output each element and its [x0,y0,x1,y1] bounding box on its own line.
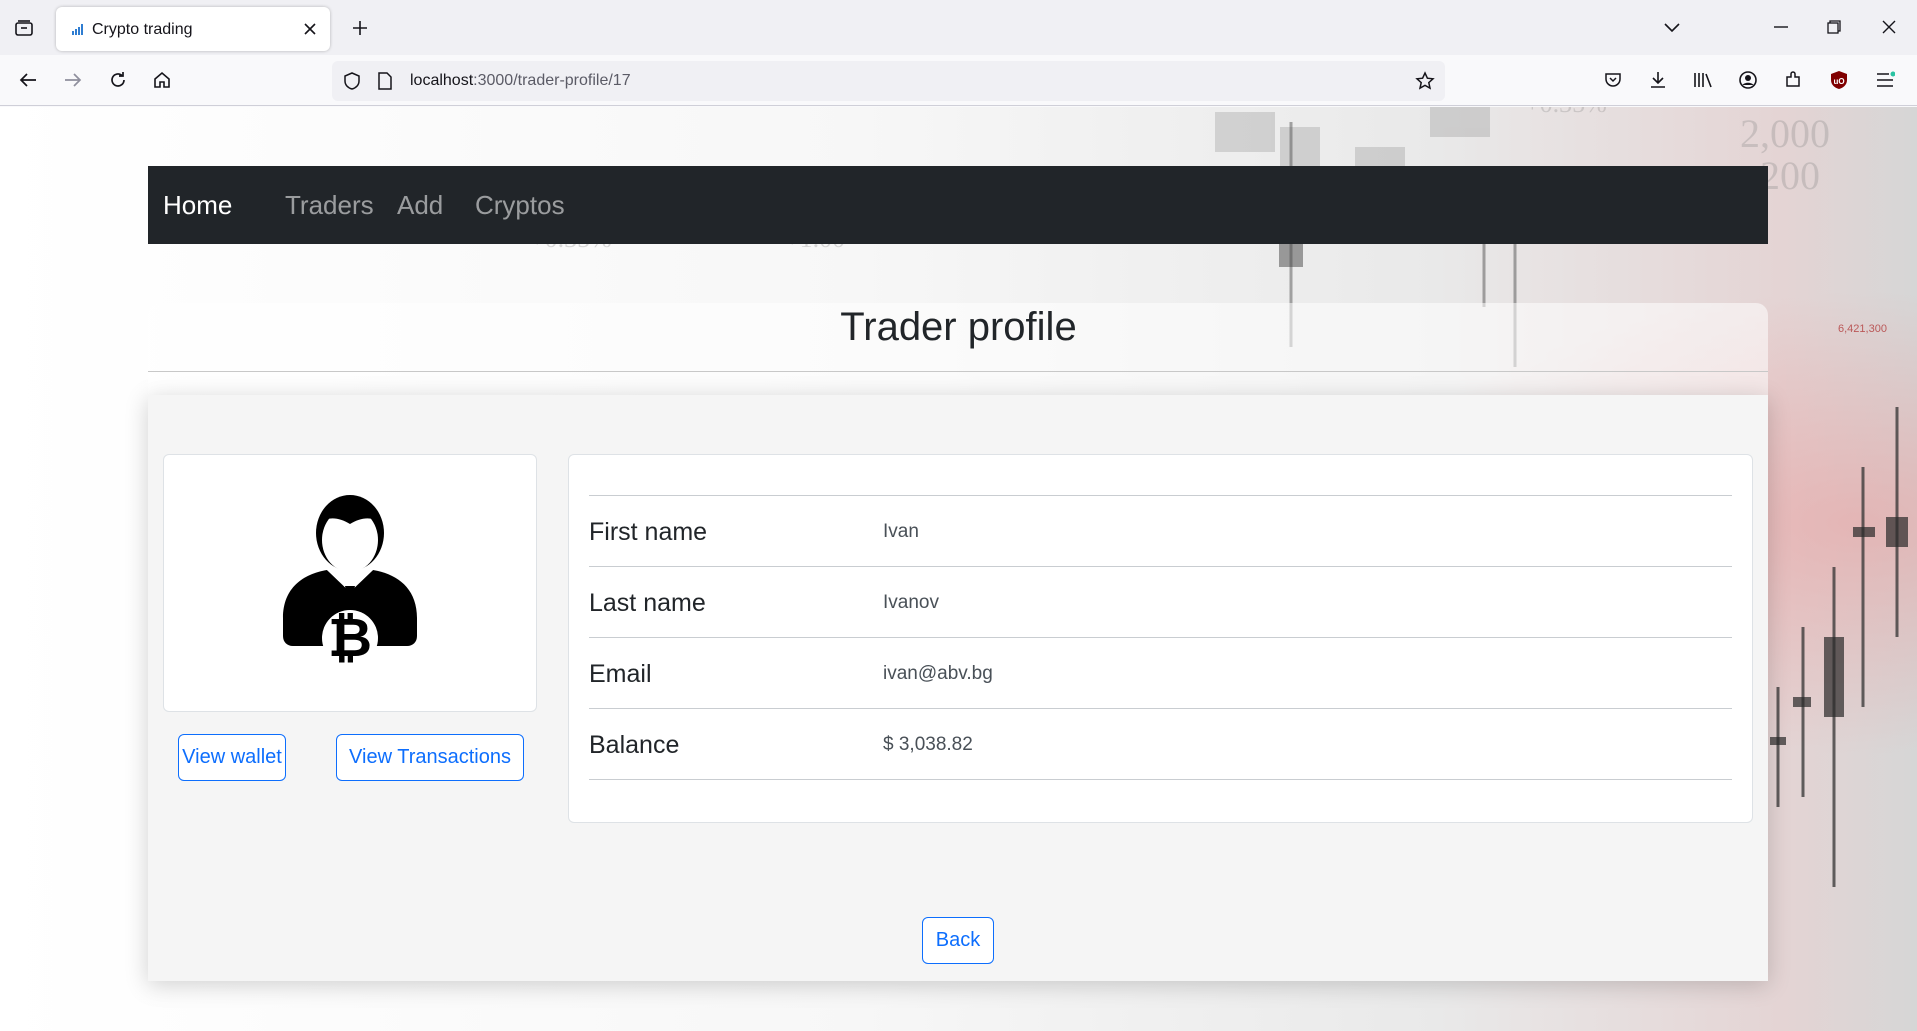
bitcoin-trader-avatar-icon: ₿ [283,495,417,669]
account-icon[interactable] [1731,63,1765,97]
svg-text:uO: uO [1833,77,1844,86]
restore-window-icon[interactable] [1806,6,1862,48]
svg-text:2,000: 2,000 [1740,111,1830,156]
detail-row-email: Email ivan@abv.bg [589,638,1732,709]
url-text: localhost:3000/trader-profile/17 [410,72,631,89]
balance-value: $ 3,038.82 [883,734,973,755]
page-info-icon[interactable] [376,71,394,91]
tracking-shield-icon[interactable] [342,71,362,91]
last-name-label: Last name [589,589,706,617]
nav-traders-link[interactable]: Traders [285,190,374,221]
nav-home-link[interactable]: Home [163,190,232,221]
back-arrow-icon[interactable] [11,63,45,97]
detail-row-first-name: First name Ivan [589,496,1732,567]
ublock-origin-icon[interactable]: uO [1822,63,1856,97]
svg-text:₿: ₿ [328,606,372,669]
browser-toolbar: localhost:3000/trader-profile/17 uO [0,55,1917,106]
list-all-tabs-chevron-icon[interactable] [1656,12,1688,44]
balance-label: Balance [589,731,680,759]
view-wallet-button[interactable]: View wallet [178,734,286,781]
nav-add-link[interactable]: Add [397,190,443,221]
svg-text:+0.35%: +0.35% [1525,107,1607,118]
email-value: ivan@abv.bg [883,663,993,684]
profile-card: ₿ View wallet View Transactions First na… [148,395,1768,981]
library-icon[interactable] [1686,63,1720,97]
close-tab-icon[interactable] [298,17,322,41]
app-menu-icon[interactable] [1868,63,1902,97]
first-name-label: First name [589,518,708,546]
nav-cryptos-link[interactable]: Cryptos [475,190,565,221]
first-name-value: Ivan [883,521,919,542]
last-name-value: Ivanov [883,592,939,613]
trader-details-table: First name Ivan Last name Ivanov Email i… [568,454,1753,823]
reload-icon[interactable] [101,63,135,97]
bookmark-star-icon[interactable] [1413,69,1437,93]
minimize-window-icon[interactable] [1753,6,1809,48]
back-button[interactable]: Back [922,917,994,964]
app-navbar: Home Traders Add Cryptos [148,166,1768,244]
forward-arrow-icon[interactable] [56,63,90,97]
avatar-box: ₿ [163,454,537,712]
detail-row-balance: Balance $ 3,038.82 [589,709,1732,780]
browser-tab-bar: Crypto trading [0,0,1917,55]
detail-row-last-name: Last name Ivanov [589,567,1732,638]
browser-tab[interactable]: Crypto trading [56,7,330,51]
tab-overview-icon[interactable] [8,12,40,44]
extensions-icon[interactable] [1776,63,1810,97]
view-transactions-button[interactable]: View Transactions [336,734,524,781]
chart-favicon-icon [72,24,83,35]
svg-text:200: 200 [1760,153,1820,198]
downloads-icon[interactable] [1641,63,1675,97]
page-viewport: 2,000 200 +0.35% +1.00 +0.35% 2.05 115,7… [0,107,1917,1031]
pocket-icon[interactable] [1596,63,1630,97]
home-icon[interactable] [145,63,179,97]
page-title: Trader profile [840,305,1077,349]
title-divider [148,371,1768,372]
email-label: Email [589,660,652,688]
close-window-icon[interactable] [1861,6,1917,48]
url-bar[interactable]: localhost:3000/trader-profile/17 [332,61,1445,101]
new-tab-plus-icon[interactable] [344,12,376,44]
tab-title: Crypto trading [92,21,193,38]
